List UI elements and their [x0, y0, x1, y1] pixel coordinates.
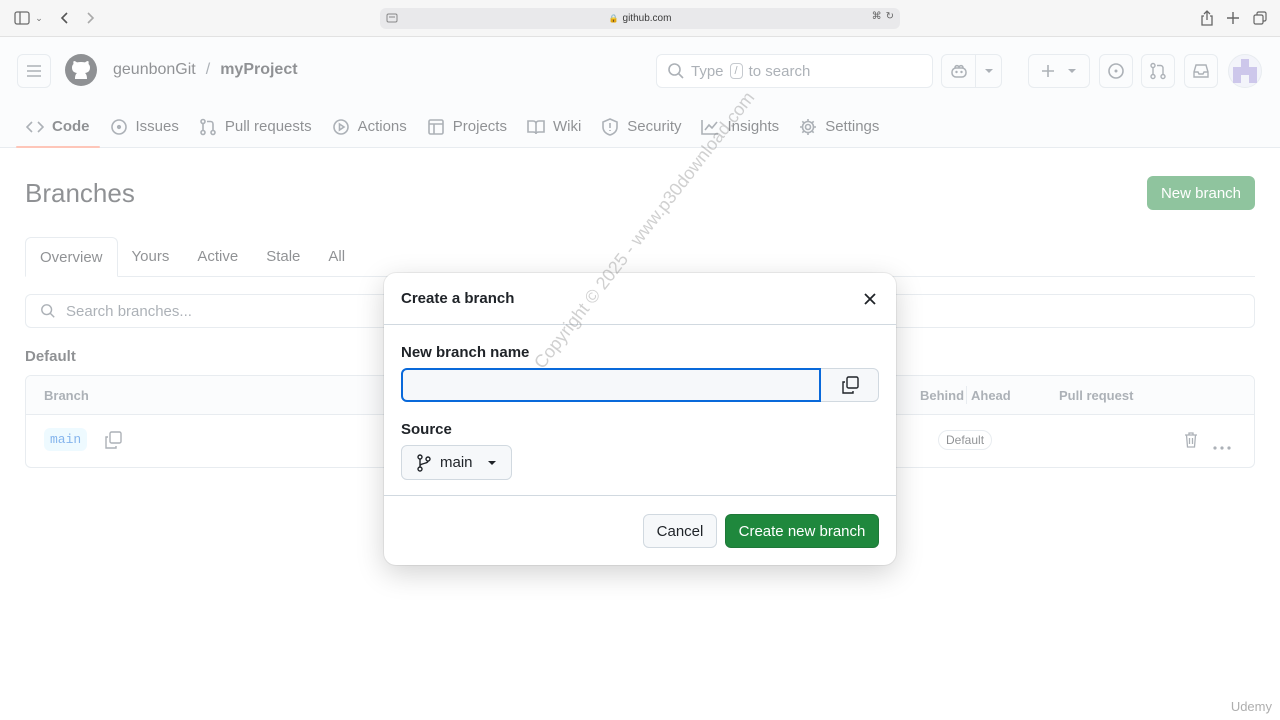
branch-name-label: New branch name [401, 344, 530, 361]
browser-toolbar: ⌄ 🔒 github.com ⌘ ↻ [0, 0, 1280, 37]
dialog-title: Create a branch [401, 290, 515, 307]
brand-watermark: Udemy [1230, 699, 1272, 714]
translate-icon[interactable]: ⌘ [872, 11, 882, 22]
tabs-overview-icon[interactable] [1250, 9, 1270, 27]
page-icon [386, 12, 398, 24]
back-icon[interactable] [55, 9, 75, 27]
source-branch-select[interactable]: main [401, 445, 512, 480]
address-bar[interactable]: 🔒 github.com ⌘ ↻ [380, 8, 900, 29]
cancel-button[interactable]: Cancel [643, 514, 717, 548]
url-text: github.com [622, 13, 672, 24]
new-tab-icon[interactable] [1223, 9, 1243, 27]
create-branch-dialog: Create a branch New branch name Source m… [384, 273, 896, 565]
create-new-branch-button[interactable]: Create new branch [725, 514, 879, 548]
copy-button[interactable] [821, 368, 879, 402]
lock-icon: 🔒 [608, 14, 619, 23]
source-label: Source [401, 421, 452, 438]
close-icon[interactable] [860, 289, 880, 309]
dialog-footer: Cancel Create new branch [384, 495, 896, 565]
git-branch-icon [417, 453, 431, 472]
branch-name-input[interactable] [401, 368, 821, 402]
sidebar-toggle-icon[interactable] [12, 9, 32, 27]
reload-icon[interactable]: ↻ [886, 11, 894, 22]
share-icon[interactable] [1197, 9, 1217, 27]
caret-down-icon [487, 460, 496, 465]
chevron-down-icon[interactable]: ⌄ [32, 9, 46, 27]
copy-icon [841, 376, 859, 394]
source-branch-value: main [440, 454, 473, 471]
forward-icon[interactable] [80, 9, 100, 27]
